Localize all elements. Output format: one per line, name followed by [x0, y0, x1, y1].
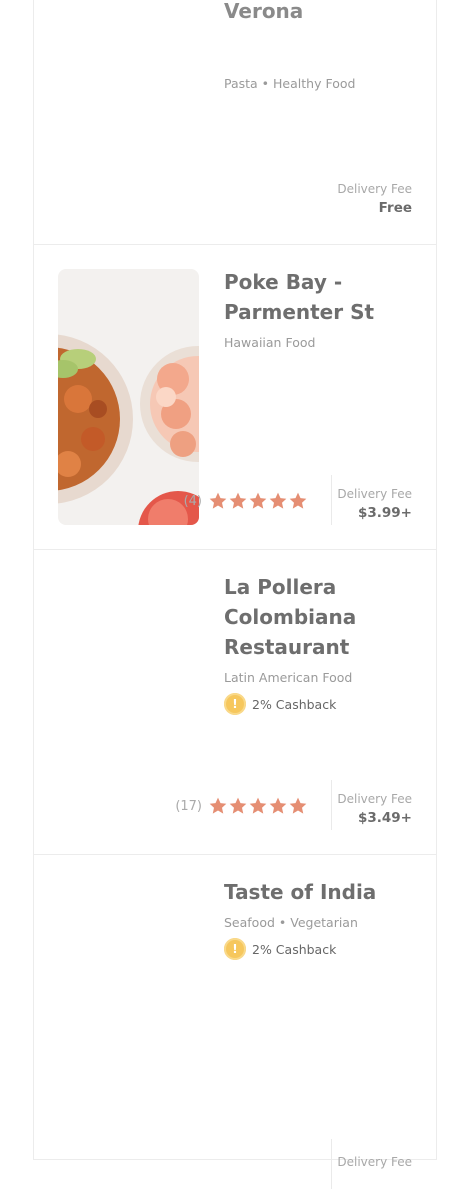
star-icon [289, 492, 307, 509]
star-icon [289, 797, 307, 814]
star-icon [209, 797, 227, 814]
restaurant-list: Noodles & Company - Verona Pasta • Healt… [33, 0, 437, 1189]
restaurant-image [58, 574, 199, 830]
cashback-label: 2% Cashback [252, 941, 337, 957]
cashback-coin-icon: ! [224, 693, 246, 715]
restaurant-cuisine: Hawaiian Food [224, 335, 316, 350]
restaurant-cuisine: Seafood • Vegetarian [224, 915, 358, 930]
delivery-fee: Delivery Fee $3.49+ [337, 792, 412, 826]
star-icon [209, 492, 227, 509]
restaurant-image [58, 269, 199, 525]
star-icon [269, 492, 287, 509]
rating: (17) [175, 796, 308, 816]
restaurant-card[interactable]: La Pollera Colombiana Restaurant Latin A… [34, 550, 436, 855]
restaurant-title[interactable]: Taste of India [224, 877, 424, 907]
divider [331, 475, 332, 525]
restaurant-cuisine: Pasta • Healthy Food [224, 76, 356, 91]
restaurant-cuisine: Latin American Food [224, 670, 353, 685]
restaurant-title[interactable]: La Pollera Colombiana Restaurant [224, 572, 424, 662]
restaurant-card[interactable]: Taste of India Seafood • Vegetarian ! 2%… [34, 855, 436, 1189]
restaurant-title[interactable]: Poke Bay - Parmenter St [224, 267, 424, 327]
delivery-fee: Delivery Fee $3.99+ [337, 487, 412, 521]
restaurant-image [58, 879, 199, 1135]
poke-bowl-image [58, 269, 199, 525]
rating-count: (17) [175, 798, 202, 814]
rating-count: (4) [183, 493, 202, 509]
cashback-badge: ! 2% Cashback [224, 938, 336, 960]
divider [331, 1139, 332, 1189]
star-icon [269, 797, 287, 814]
cashback-badge: ! 2% Cashback [224, 693, 336, 715]
cashback-label: 2% Cashback [252, 696, 337, 712]
restaurant-image [58, 0, 199, 220]
delivery-fee: Delivery Fee Free [337, 182, 412, 216]
rating: (4) [184, 491, 308, 511]
divider [331, 780, 332, 830]
star-icon [249, 797, 267, 814]
delivery-fee: Delivery Fee [337, 1155, 412, 1169]
star-icon [229, 797, 247, 814]
star-icon [229, 492, 247, 509]
restaurant-card[interactable]: Poke Bay - Parmenter St Hawaiian Food (4… [34, 245, 436, 550]
restaurant-title[interactable]: Noodles & Company - Verona [224, 0, 424, 26]
star-icon [249, 492, 267, 509]
cashback-coin-icon: ! [224, 938, 246, 960]
restaurant-card[interactable]: Noodles & Company - Verona Pasta • Healt… [34, 0, 436, 245]
